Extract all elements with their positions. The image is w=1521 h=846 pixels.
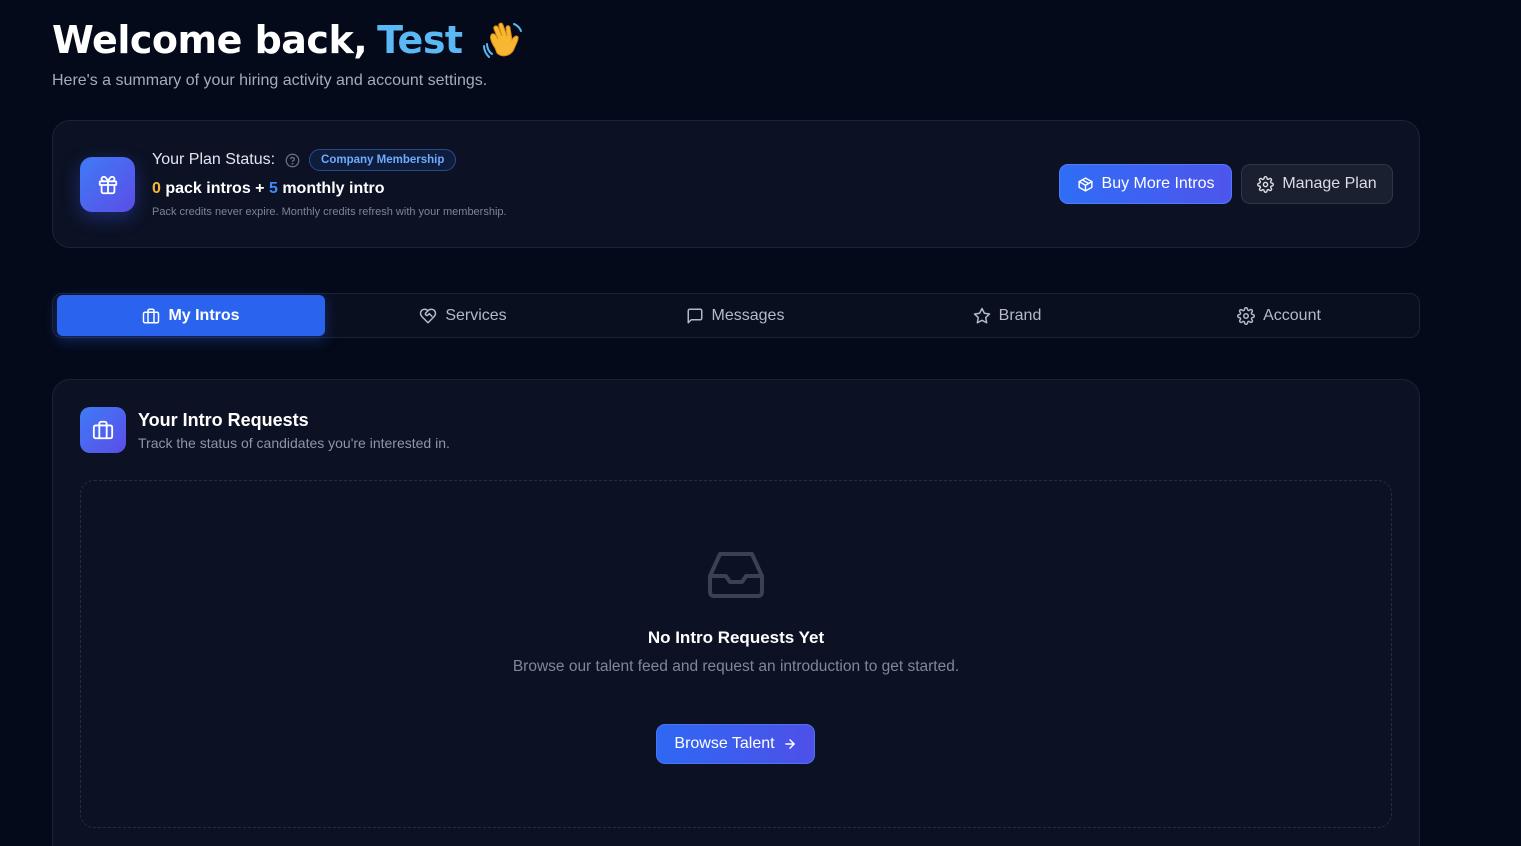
page-subtitle: Here's a summary of your hiring activity… bbox=[52, 72, 488, 89]
star-icon bbox=[973, 307, 991, 325]
arrow-right-icon bbox=[783, 737, 797, 751]
tab-account[interactable]: Account bbox=[1145, 295, 1413, 336]
inbox-icon bbox=[706, 548, 766, 600]
briefcase-icon bbox=[80, 407, 126, 453]
browse-talent-label: Browse Talent bbox=[674, 735, 775, 752]
gear-icon bbox=[1237, 306, 1256, 325]
tab-label: Services bbox=[445, 306, 507, 324]
tab-my-intros[interactable]: My Intros bbox=[57, 295, 325, 336]
empty-state-text: Browse our talent feed and request an in… bbox=[512, 658, 960, 675]
plan-status-card: Your Plan Status: Company Membership 0 p… bbox=[52, 120, 1420, 248]
empty-state-title: No Intro Requests Yet bbox=[647, 628, 825, 647]
welcome-heading: Welcome back, Test bbox=[52, 18, 525, 62]
intro-requests-subtitle: Track the status of candidates you're in… bbox=[138, 435, 450, 451]
package-icon bbox=[1077, 176, 1094, 193]
handshake-heart-icon bbox=[419, 307, 437, 325]
membership-badge: Company Membership bbox=[309, 149, 457, 171]
intro-requests-card: Your Intro Requests Track the status of … bbox=[52, 379, 1420, 846]
help-circle-icon[interactable] bbox=[285, 153, 300, 168]
waving-hand-icon bbox=[481, 18, 525, 62]
monthly-intro-count: 5 bbox=[268, 180, 278, 197]
monthly-intro-label: monthly intro bbox=[282, 180, 385, 197]
plan-status-row: Your Plan Status: Company Membership bbox=[152, 149, 457, 171]
gear-icon bbox=[1257, 175, 1275, 193]
manage-plan-button[interactable]: Manage Plan bbox=[1241, 164, 1393, 204]
credits-note: Pack credits never expire. Monthly credi… bbox=[152, 206, 507, 218]
tab-label: Messages bbox=[711, 306, 785, 324]
manage-plan-label: Manage Plan bbox=[1282, 175, 1377, 192]
user-name: Test bbox=[377, 18, 463, 62]
tab-brand[interactable]: Brand bbox=[873, 295, 1141, 336]
tab-label: My Intros bbox=[168, 306, 240, 324]
greeting-text: Welcome back, bbox=[52, 18, 368, 62]
briefcase-icon bbox=[142, 307, 160, 325]
plan-status-label: Your Plan Status: bbox=[152, 151, 276, 168]
tab-services[interactable]: Services bbox=[329, 295, 597, 336]
credits-summary: 0 pack intros + 5 monthly intro bbox=[152, 180, 385, 198]
message-icon bbox=[686, 307, 704, 325]
buy-more-intros-label: Buy More Intros bbox=[1101, 175, 1215, 192]
dashboard-tabs: My Intros Services Messages Brand Accoun… bbox=[52, 293, 1420, 338]
pack-intro-label: pack intros + bbox=[165, 180, 265, 197]
tab-label: Account bbox=[1263, 306, 1321, 324]
browse-talent-button[interactable]: Browse Talent bbox=[656, 724, 815, 764]
gift-icon bbox=[80, 157, 135, 212]
buy-more-intros-button[interactable]: Buy More Intros bbox=[1059, 164, 1232, 204]
tab-label: Brand bbox=[998, 306, 1042, 324]
intro-requests-title: Your Intro Requests bbox=[138, 410, 309, 430]
pack-intro-count: 0 bbox=[152, 180, 161, 197]
empty-state: No Intro Requests Yet Browse our talent … bbox=[80, 480, 1392, 828]
tab-messages[interactable]: Messages bbox=[601, 295, 869, 336]
